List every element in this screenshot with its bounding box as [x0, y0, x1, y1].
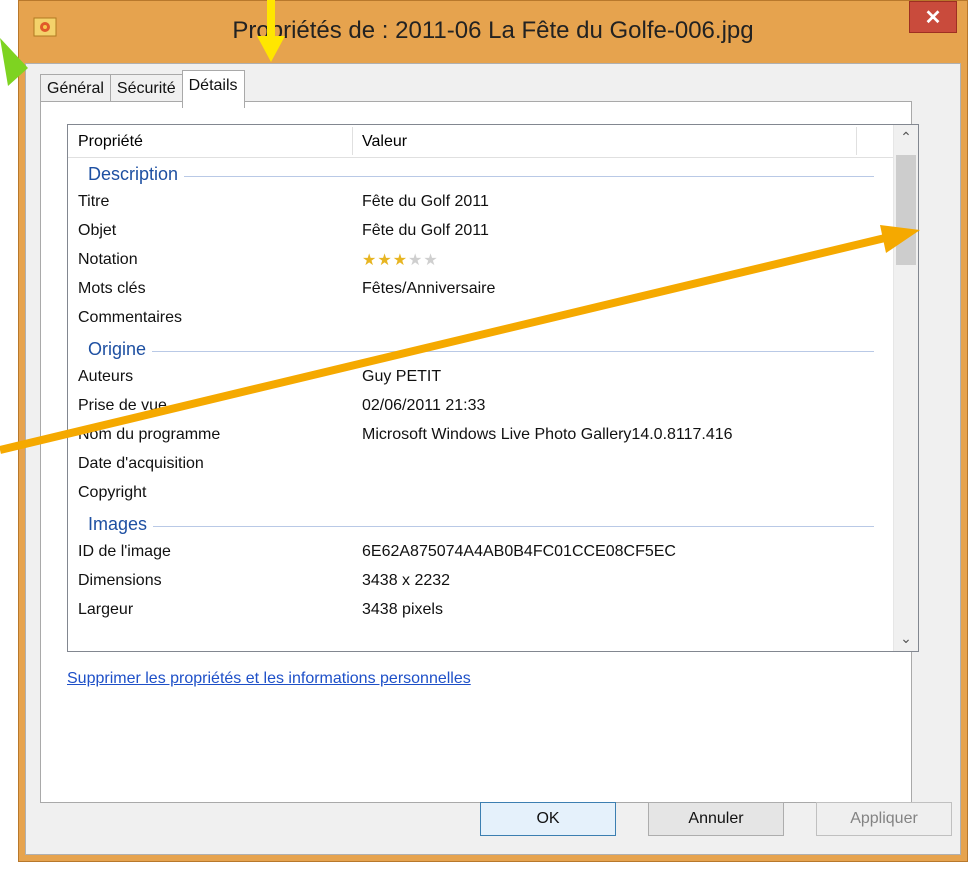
row-copyright[interactable]: Copyright [68, 479, 894, 508]
property-name: Auteurs [78, 368, 134, 385]
vertical-scrollbar[interactable]: ⌃ ⌄ [893, 125, 918, 651]
title-bar[interactable]: Propriétés de : 2011-06 La Fête du Golfe… [19, 1, 967, 63]
row-image-id[interactable]: ID de l'image 6E62A875074A4AB0B4FC01CCE0… [68, 538, 894, 567]
tab-general[interactable]: Général [40, 74, 111, 103]
row-subject[interactable]: Objet Fête du Golf 2011 [68, 217, 894, 246]
properties-window: Propriétés de : 2011-06 La Fête du Golfe… [18, 0, 968, 862]
details-tab-page: Propriété Valeur Description Titre Fête … [40, 101, 919, 803]
property-name: Dimensions [78, 572, 162, 589]
property-value[interactable]: Fête du Golf 2011 [362, 222, 489, 240]
property-value[interactable]: 02/06/2011 21:33 [362, 397, 485, 415]
apply-button[interactable]: Appliquer [816, 802, 952, 836]
property-name: Commentaires [78, 309, 183, 326]
dialog-buttons: OK Annuler Appliquer [26, 802, 960, 842]
property-value[interactable]: Fête du Golf 2011 [362, 193, 489, 211]
property-name: Objet [78, 222, 117, 239]
row-width[interactable]: Largeur 3438 pixels [68, 596, 894, 625]
chevron-down-icon[interactable]: ⌄ [894, 630, 918, 647]
property-name: Date d'acquisition [78, 455, 204, 472]
row-authors[interactable]: Auteurs Guy PETIT [68, 363, 894, 392]
tab-strip: Général Sécurité Détails [40, 70, 245, 108]
row-title[interactable]: Titre Fête du Golf 2011 [68, 188, 894, 217]
property-value[interactable]: 3438 x 2232 [362, 572, 450, 590]
remove-properties-link[interactable]: Supprimer les propriétés et les informat… [67, 670, 471, 688]
close-button[interactable]: ✕ [909, 1, 957, 33]
tab-details[interactable]: Détails [181, 70, 245, 108]
group-divider [88, 351, 874, 352]
group-title: Images [88, 514, 154, 535]
property-value[interactable]: 6E62A875074A4AB0B4FC01CCE08CF5EC [362, 543, 676, 561]
property-value[interactable]: Microsoft Windows Live Photo Gallery14.0… [362, 426, 733, 444]
row-program-name[interactable]: Nom du programme Microsoft Windows Live … [68, 421, 894, 450]
star-icon[interactable]: ★ [393, 252, 407, 269]
column-divider-end [856, 127, 857, 155]
group-images: Images [68, 508, 894, 538]
column-value[interactable]: Valeur [362, 133, 407, 151]
property-name: Nom du programme [78, 426, 221, 443]
property-name: Notation [78, 251, 138, 268]
row-keywords[interactable]: Mots clés Fêtes/Anniversaire [68, 275, 894, 304]
property-name: Titre [78, 193, 110, 210]
column-divider[interactable] [352, 127, 353, 155]
star-icon[interactable]: ★ [408, 252, 422, 269]
property-value[interactable]: Guy PETIT [362, 368, 441, 386]
row-date-taken[interactable]: Prise de vue 02/06/2011 21:33 [68, 392, 894, 421]
chevron-up-icon[interactable]: ⌃ [894, 129, 918, 146]
dialog-body: Général Sécurité Détails Propriété Valeu… [25, 63, 961, 855]
property-value[interactable]: Fêtes/Anniversaire [362, 280, 495, 298]
ok-button[interactable]: OK [480, 802, 616, 836]
star-icon[interactable]: ★ [362, 252, 376, 269]
property-name: ID de l'image [78, 543, 171, 560]
scrollbar-thumb[interactable] [896, 155, 916, 265]
star-icon[interactable]: ★ [423, 252, 437, 269]
group-description: Description [68, 158, 894, 188]
column-property[interactable]: Propriété [78, 133, 143, 151]
properties-list[interactable]: Propriété Valeur Description Titre Fête … [67, 124, 919, 652]
group-origin: Origine [68, 333, 894, 363]
group-title: Description [88, 164, 185, 185]
group-title: Origine [88, 339, 153, 360]
column-header: Propriété Valeur [68, 125, 894, 158]
rating-stars[interactable]: ★★★★★ [362, 250, 439, 270]
property-name: Copyright [78, 484, 147, 501]
group-divider [88, 526, 874, 527]
cancel-button[interactable]: Annuler [648, 802, 784, 836]
star-icon[interactable]: ★ [377, 252, 391, 269]
tab-security[interactable]: Sécurité [109, 74, 183, 103]
window-title: Propriétés de : 2011-06 La Fête du Golfe… [232, 17, 754, 44]
row-comments[interactable]: Commentaires [68, 304, 894, 333]
row-rating[interactable]: Notation ★★★★★ [68, 246, 894, 275]
property-name: Largeur [78, 601, 134, 618]
property-name: Prise de vue [78, 397, 167, 414]
property-name: Mots clés [78, 280, 146, 297]
property-value[interactable]: 3438 pixels [362, 601, 443, 619]
row-date-acquired[interactable]: Date d'acquisition [68, 450, 894, 479]
row-dimensions[interactable]: Dimensions 3438 x 2232 [68, 567, 894, 596]
property-rows: Description Titre Fête du Golf 2011 Obje… [68, 158, 894, 625]
group-divider [88, 176, 874, 177]
